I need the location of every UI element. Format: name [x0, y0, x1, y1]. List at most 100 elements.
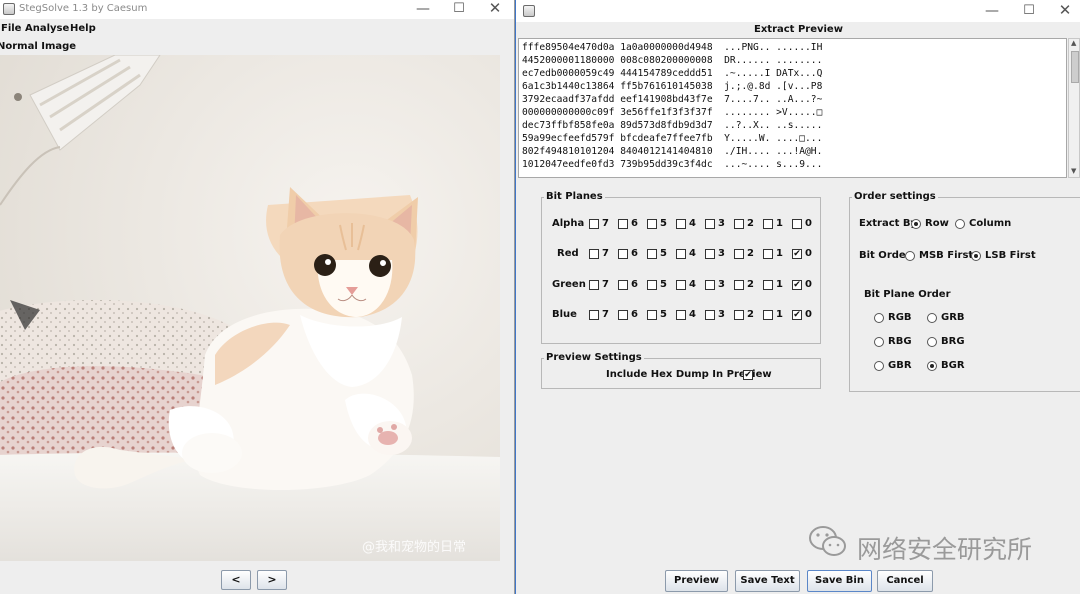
next-button[interactable]: > — [257, 570, 287, 590]
bit-number-label: 0 — [805, 309, 812, 320]
bit-row-label-alpha: Alpha — [552, 218, 585, 229]
order-grb-radio[interactable] — [927, 313, 937, 323]
bit-number-label: 4 — [689, 309, 696, 320]
checkbox-alpha-5[interactable] — [647, 219, 657, 229]
menu-file[interactable]: File — [1, 20, 21, 38]
cat-image: @我和宠物的日常 — [0, 55, 500, 561]
scroll-up-icon[interactable]: ▲ — [1071, 39, 1076, 47]
bit-row-label-blue: Blue — [552, 309, 577, 320]
hex-line: 000000000000c09f 3e56ffe1f3f3f37f ......… — [522, 107, 823, 118]
app-icon — [523, 5, 535, 17]
app-icon — [3, 3, 15, 15]
checkbox-green-0[interactable]: ✔ — [792, 280, 802, 290]
checkbox-blue-5[interactable] — [647, 310, 657, 320]
hex-preview-textarea[interactable]: fffe89504e470d0a 1a0a0000000d4948 ...PNG… — [518, 38, 1067, 178]
checkbox-blue-1[interactable] — [763, 310, 773, 320]
order-settings-title: Order settings — [852, 191, 938, 202]
checkbox-alpha-6[interactable] — [618, 219, 628, 229]
bit-planes-title: Bit Planes — [544, 191, 605, 202]
vertical-scrollbar[interactable]: ▲ ▼ — [1068, 38, 1080, 178]
checkbox-alpha-4[interactable] — [676, 219, 686, 229]
order-rgb-label[interactable]: RGB — [888, 312, 912, 323]
extract-by-row-radio[interactable] — [911, 219, 921, 229]
order-brg-radio[interactable] — [927, 337, 937, 347]
bit-number-label: 6 — [631, 248, 638, 259]
hex-dump-checkbox[interactable]: ✔ — [743, 370, 753, 380]
save-text-button[interactable]: Save Text — [735, 570, 800, 592]
checkbox-alpha-1[interactable] — [763, 219, 773, 229]
bit-number-label: 2 — [747, 248, 754, 259]
menu-analyse[interactable]: Analyse — [25, 20, 69, 38]
close-icon[interactable]: ✕ — [484, 0, 506, 16]
menu-help[interactable]: Help — [70, 20, 96, 38]
order-rbg-label[interactable]: RBG — [888, 336, 912, 347]
cancel-button[interactable]: Cancel — [877, 570, 933, 592]
hex-line: fffe89504e470d0a 1a0a0000000d4948 ...PNG… — [522, 42, 823, 53]
checkbox-red-0[interactable]: ✔ — [792, 249, 802, 259]
checkbox-green-2[interactable] — [734, 280, 744, 290]
preview-button[interactable]: Preview — [665, 570, 728, 592]
maximize-icon[interactable]: ☐ — [1018, 3, 1040, 19]
checkbox-blue-7[interactable] — [589, 310, 599, 320]
menu-bar: File Analyse Help — [0, 20, 514, 38]
order-rbg-radio[interactable] — [874, 337, 884, 347]
bit-number-label: 2 — [747, 218, 754, 229]
checkbox-red-3[interactable] — [705, 249, 715, 259]
checkbox-green-6[interactable] — [618, 280, 628, 290]
lsb-first-radio[interactable] — [971, 251, 981, 261]
checkbox-red-6[interactable] — [618, 249, 628, 259]
bit-number-label: 1 — [776, 248, 783, 259]
close-icon[interactable]: ✕ — [1054, 2, 1076, 18]
checkbox-blue-2[interactable] — [734, 310, 744, 320]
checkbox-red-7[interactable] — [589, 249, 599, 259]
order-bgr-radio[interactable] — [927, 361, 937, 371]
checkbox-red-5[interactable] — [647, 249, 657, 259]
order-gbr-radio[interactable] — [874, 361, 884, 371]
checkbox-alpha-7[interactable] — [589, 219, 599, 229]
checkbox-blue-6[interactable] — [618, 310, 628, 320]
checkbox-red-2[interactable] — [734, 249, 744, 259]
bit-number-label: 3 — [718, 279, 725, 290]
save-bin-button[interactable]: Save Bin — [807, 570, 872, 592]
checkbox-green-1[interactable] — [763, 280, 773, 290]
checkbox-blue-0[interactable]: ✔ — [792, 310, 802, 320]
extract-by-column-radio[interactable] — [955, 219, 965, 229]
maximize-icon[interactable]: ☐ — [448, 1, 470, 17]
scroll-down-icon[interactable]: ▼ — [1071, 167, 1076, 175]
checkbox-blue-4[interactable] — [676, 310, 686, 320]
msb-first-label[interactable]: MSB First — [919, 250, 973, 261]
minimize-icon[interactable]: — — [981, 3, 1003, 19]
msb-first-radio[interactable] — [905, 251, 915, 261]
checkbox-green-4[interactable] — [676, 280, 686, 290]
order-brg-label[interactable]: BRG — [941, 336, 965, 347]
lsb-first-label[interactable]: LSB First — [985, 250, 1036, 261]
order-bgr-label[interactable]: BGR — [941, 360, 965, 371]
prev-button[interactable]: < — [221, 570, 251, 590]
bit-plane-order-label: Bit Plane Order — [864, 289, 951, 300]
checkbox-alpha-3[interactable] — [705, 219, 715, 229]
extract-by-column-label[interactable]: Column — [969, 218, 1011, 229]
checkbox-red-4[interactable] — [676, 249, 686, 259]
minimize-icon[interactable]: — — [412, 1, 434, 17]
checkbox-blue-3[interactable] — [705, 310, 715, 320]
checkbox-green-3[interactable] — [705, 280, 715, 290]
extract-by-row-label[interactable]: Row — [925, 218, 949, 229]
bit-number-label: 0 — [805, 279, 812, 290]
bit-number-label: 0 — [805, 218, 812, 229]
checkbox-green-5[interactable] — [647, 280, 657, 290]
checkbox-green-7[interactable] — [589, 280, 599, 290]
checkbox-red-1[interactable] — [763, 249, 773, 259]
image-watermark-text: @我和宠物的日常 — [362, 540, 467, 555]
left-title-bar[interactable]: StegSolve 1.3 by Caesum — ☐ ✕ — [0, 0, 514, 19]
bit-number-label: 0 — [805, 248, 812, 259]
bit-number-label: 4 — [689, 279, 696, 290]
order-rgb-radio[interactable] — [874, 313, 884, 323]
scroll-thumb[interactable] — [1071, 51, 1079, 83]
checkbox-alpha-2[interactable] — [734, 219, 744, 229]
order-gbr-label[interactable]: GBR — [888, 360, 912, 371]
bit-number-label: 7 — [602, 309, 609, 320]
order-grb-label[interactable]: GRB — [941, 312, 965, 323]
checkbox-alpha-0[interactable] — [792, 219, 802, 229]
right-title-bar[interactable]: — ☐ ✕ — [516, 0, 1080, 22]
bit-number-label: 2 — [747, 309, 754, 320]
